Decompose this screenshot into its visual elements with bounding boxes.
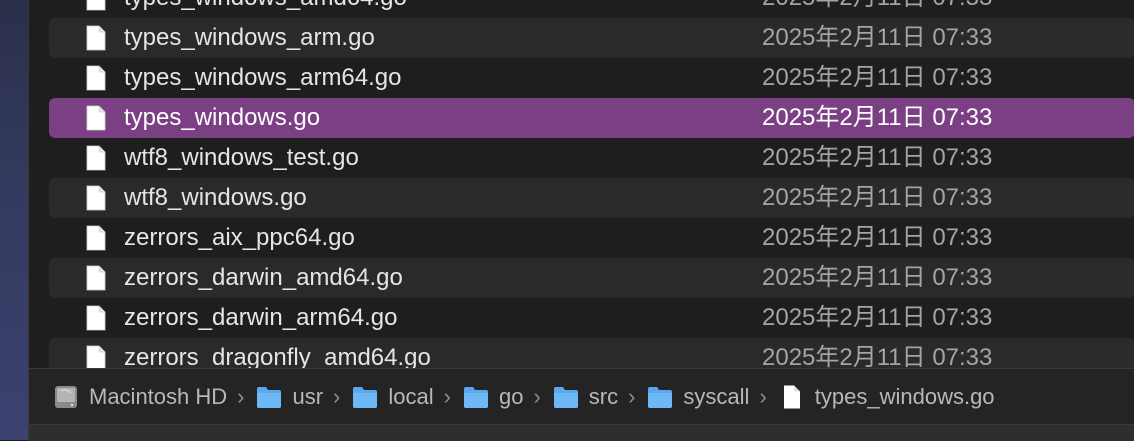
desktop-background xyxy=(0,0,28,440)
folder-icon xyxy=(463,385,489,409)
file-row[interactable]: types_windows_amd64.go 2025年2月11日 07:33 xyxy=(49,0,1134,18)
chevron-right-icon: › xyxy=(443,383,451,409)
breadcrumb-label: types_windows.go xyxy=(814,383,995,409)
file-list[interactable]: types_windows_amd64.go2025年2月11日 07:33ty… xyxy=(29,0,1134,368)
file-date-modified: 2025年2月11日 07:33 xyxy=(762,0,992,18)
document-icon xyxy=(86,145,106,171)
finder-window: types_windows_amd64.go2025年2月11日 07:33ty… xyxy=(28,0,1134,441)
file-row[interactable]: types_windows.go 2025年2月11日 07:33 xyxy=(49,98,1134,138)
file-row[interactable]: zerrors_darwin_amd64.go 2025年2月11日 07:33 xyxy=(49,258,1134,298)
file-name: zerrors_darwin_amd64.go xyxy=(124,264,403,291)
file-date-modified: 2025年2月11日 07:33 xyxy=(762,64,993,91)
file-row[interactable]: zerrors_dragonfly_amd64.go 2025年2月11日 07:… xyxy=(49,338,1134,368)
file-name: types_windows_arm64.go xyxy=(124,64,402,91)
file-row[interactable]: types_windows_arm.go 2025年2月11日 07:33 xyxy=(49,18,1134,58)
file-name: wtf8_windows_test.go xyxy=(124,144,359,171)
file-name: types_windows.go xyxy=(124,104,321,131)
document-icon xyxy=(86,225,106,251)
file-date-modified: 2025年2月11日 07:33 xyxy=(762,24,993,51)
file-name: zerrors_aix_ppc64.go xyxy=(124,224,355,251)
breadcrumb-label: go xyxy=(498,383,524,409)
file-name: zerrors_darwin_arm64.go xyxy=(124,304,398,331)
folder-icon xyxy=(647,385,673,409)
breadcrumb-item[interactable]: types_windows.go xyxy=(779,369,995,425)
chevron-right-icon: › xyxy=(333,383,341,409)
file-date-modified: 2025年2月11日 07:33 xyxy=(762,144,993,171)
file-date-modified: 2025年2月11日 07:33 xyxy=(762,344,993,368)
document-icon xyxy=(86,265,106,291)
folder-icon xyxy=(352,385,378,409)
chevron-right-icon: › xyxy=(628,383,636,409)
breadcrumb-label: usr xyxy=(292,383,324,409)
file-name: zerrors_dragonfly_amd64.go xyxy=(124,344,431,368)
folder-icon xyxy=(256,385,282,409)
status-bar xyxy=(29,424,1134,441)
document-icon xyxy=(86,0,106,11)
file-name: wtf8_windows.go xyxy=(124,184,307,211)
file-row[interactable]: wtf8_windows.go 2025年2月11日 07:33 xyxy=(49,178,1134,218)
breadcrumb-label: syscall xyxy=(683,383,750,409)
document-icon xyxy=(86,105,106,131)
breadcrumb-label: src xyxy=(588,383,619,409)
breadcrumb-item[interactable]: local xyxy=(352,369,434,425)
file-row[interactable]: zerrors_darwin_arm64.go 2025年2月11日 07:33 xyxy=(49,298,1134,338)
document-icon xyxy=(86,65,106,91)
file-date-modified: 2025年2月11日 07:33 xyxy=(762,184,993,211)
breadcrumb-item[interactable]: src xyxy=(553,369,618,425)
document-icon xyxy=(86,25,106,51)
folder-icon xyxy=(553,385,579,409)
file-row[interactable]: wtf8_windows_test.go 2025年2月11日 07:33 xyxy=(49,138,1134,178)
breadcrumb-label: local xyxy=(388,383,434,409)
file-row[interactable]: types_windows_arm64.go 2025年2月11日 07:33 xyxy=(49,58,1134,98)
document-icon xyxy=(86,305,106,331)
document-icon xyxy=(86,345,106,368)
file-date-modified: 2025年2月11日 07:33 xyxy=(762,224,993,251)
breadcrumb-label: Macintosh HD xyxy=(89,383,228,409)
file-date-modified: 2025年2月11日 07:33 xyxy=(762,104,993,131)
breadcrumb-item[interactable]: Macintosh HD xyxy=(53,369,227,425)
document-icon xyxy=(86,185,106,211)
file-date-modified: 2025年2月11日 07:33 xyxy=(762,264,993,291)
file-name: types_windows_amd64.go xyxy=(124,0,407,18)
breadcrumb-item[interactable]: syscall xyxy=(647,369,749,425)
chevron-right-icon: › xyxy=(533,383,541,409)
chevron-right-icon: › xyxy=(237,383,245,409)
breadcrumb-item[interactable]: usr xyxy=(256,369,323,425)
file-date-modified: 2025年2月11日 07:33 xyxy=(762,304,993,331)
file-name: types_windows_arm.go xyxy=(124,24,375,51)
chevron-right-icon: › xyxy=(759,383,767,409)
file-icon xyxy=(779,385,805,409)
breadcrumb-item[interactable]: go xyxy=(463,369,523,425)
path-bar: Macintosh HD › usr › local › go › src › syscall › ty… xyxy=(29,368,1134,424)
disk-icon xyxy=(53,385,79,409)
file-row[interactable]: zerrors_aix_ppc64.go 2025年2月11日 07:33 xyxy=(49,218,1134,258)
